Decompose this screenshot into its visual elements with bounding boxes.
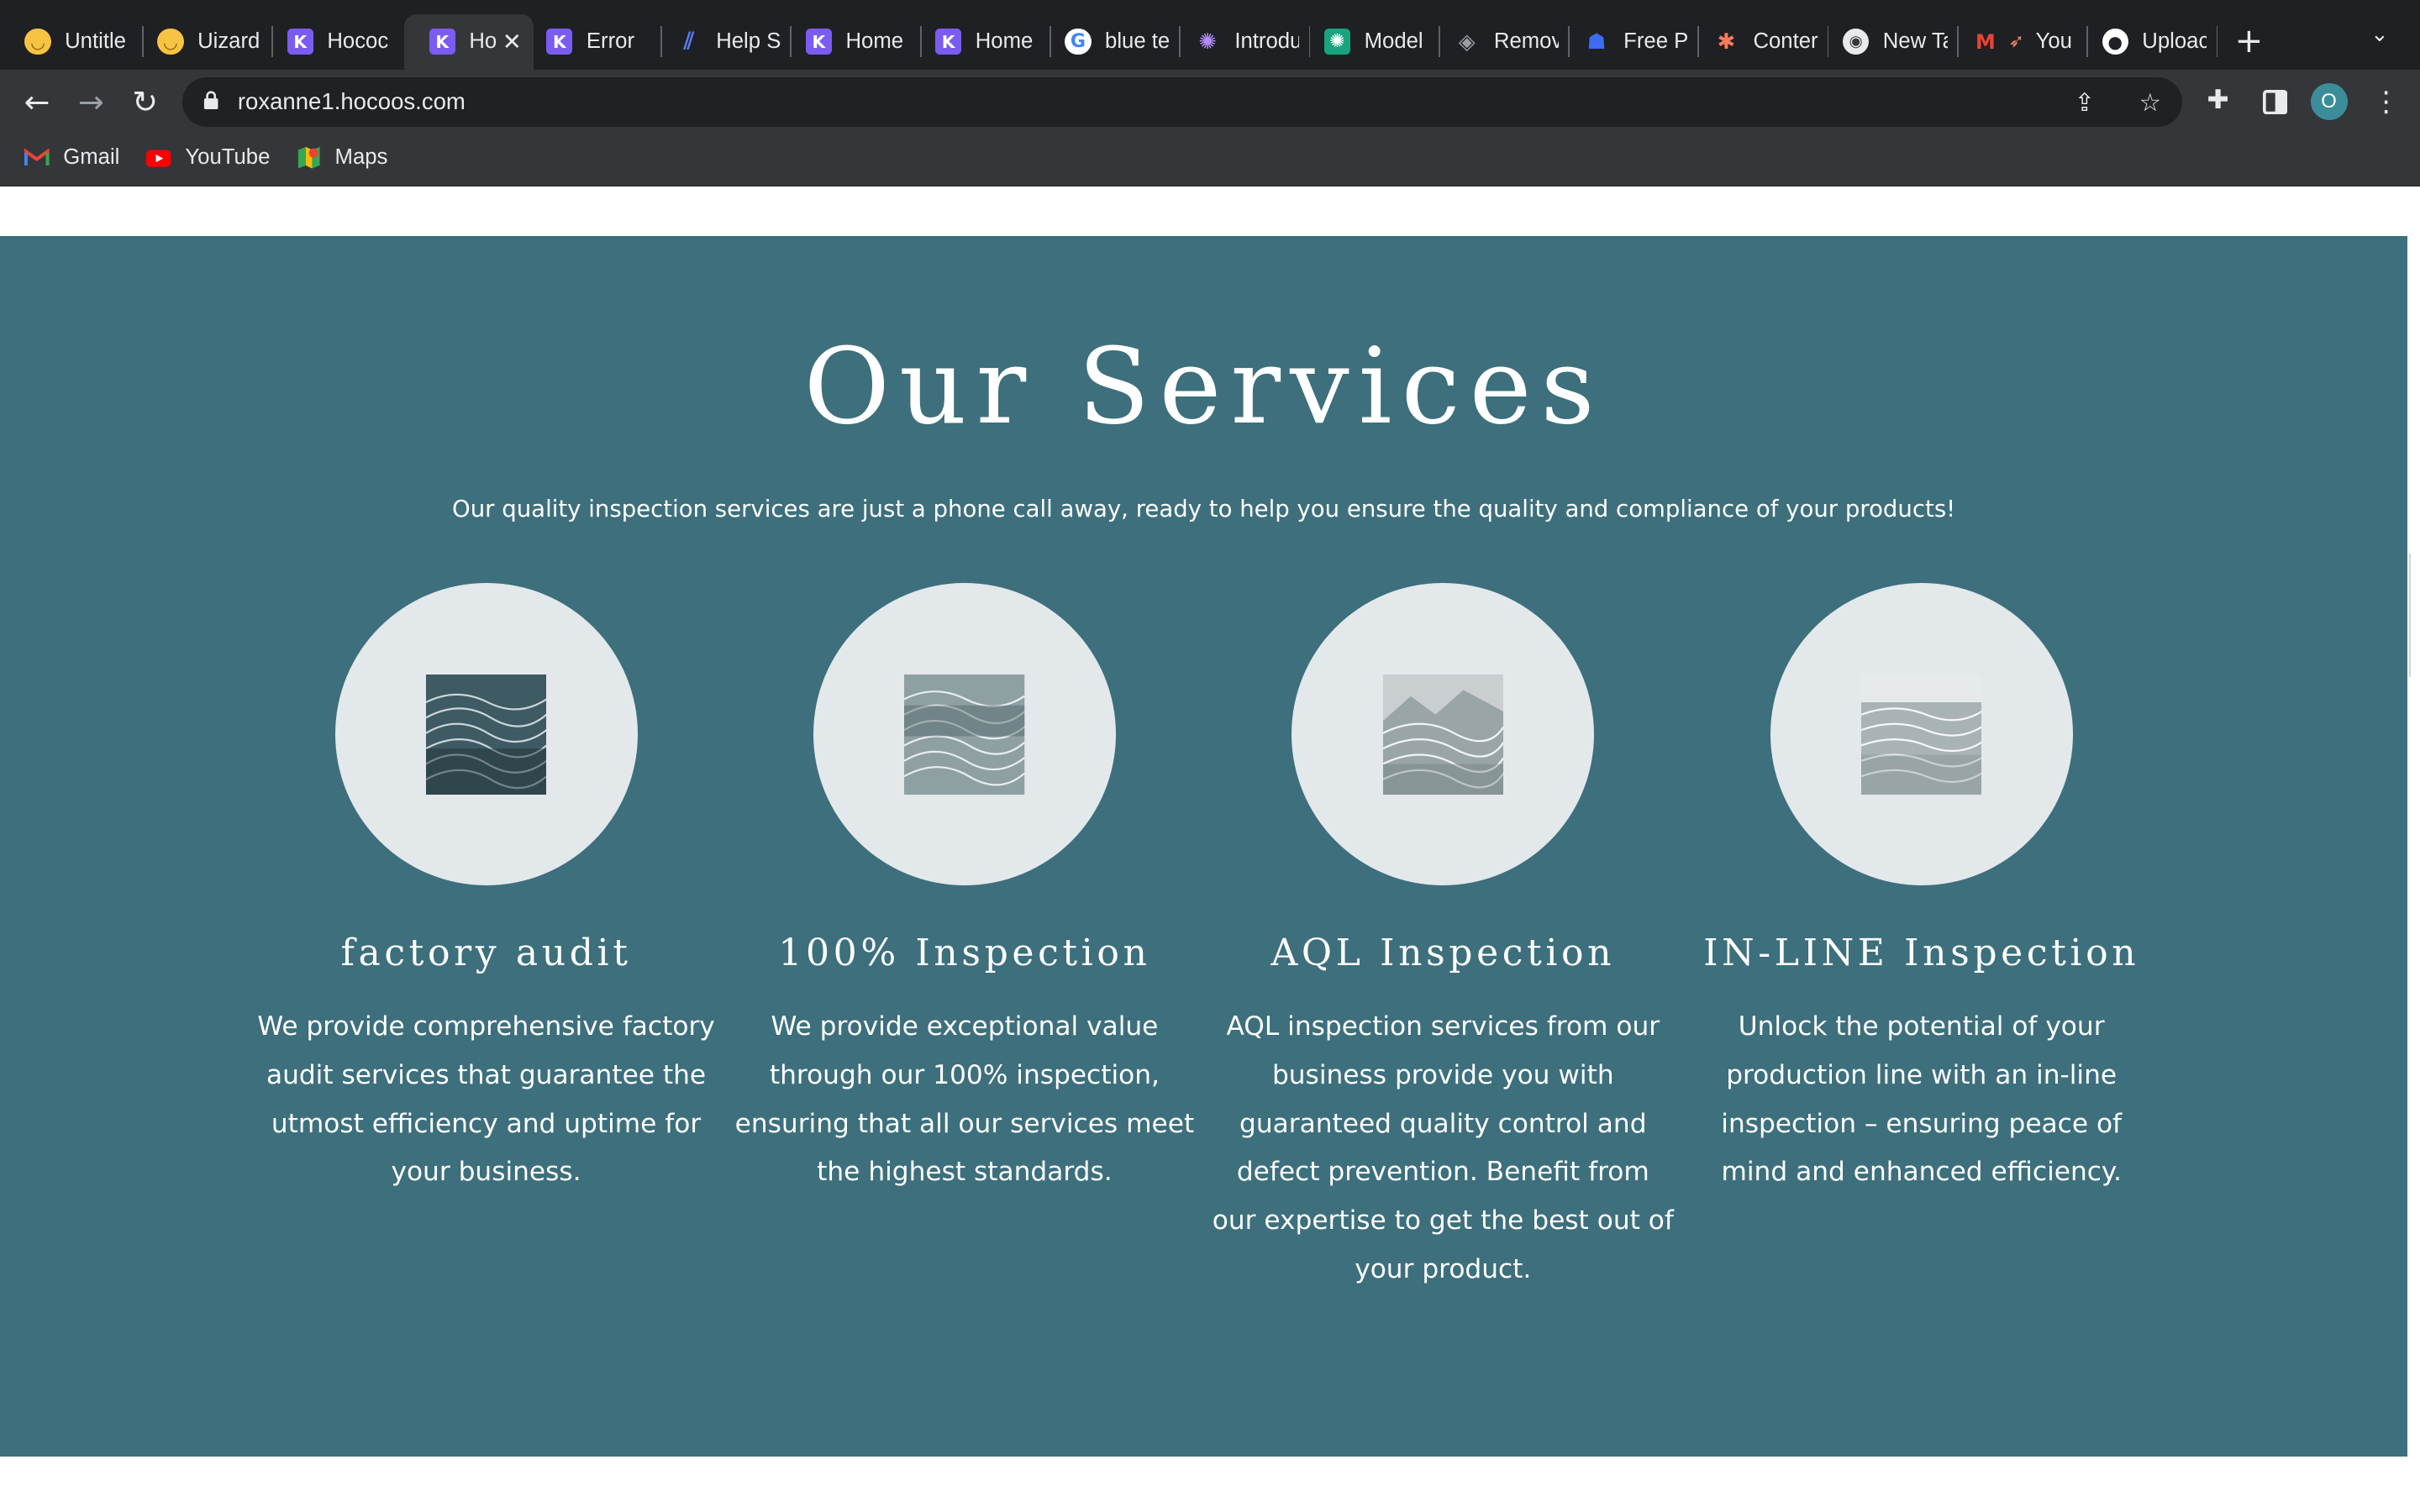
close-tab-icon[interactable]: ✕	[502, 29, 522, 55]
hocoos-k-icon: K	[429, 28, 455, 55]
service-description: We provide exceptional value through our…	[734, 1011, 1195, 1188]
share-icon[interactable]: ⇪	[2075, 88, 2096, 117]
tab-title: New Ta	[1882, 29, 1948, 54]
tab-title: Introdu	[1234, 29, 1300, 54]
tab-title: Conter	[1753, 29, 1818, 54]
bookmark-gmail[interactable]: Gmail	[24, 145, 119, 170]
tab-error[interactable]: K Error	[522, 14, 664, 70]
tab-title: Untitle	[65, 29, 126, 54]
tab-title: Free P	[1623, 29, 1689, 54]
url-text: roxanne1.hocoos.com	[237, 87, 466, 114]
tab-home-2[interactable]: K Home	[911, 14, 1053, 70]
github-icon: ●	[2102, 28, 2128, 55]
tab-title: Help S	[716, 29, 781, 54]
bookmark-youtube[interactable]: YouTube	[146, 145, 270, 170]
dark-waves-image	[425, 674, 547, 795]
tab-home[interactable]: K Home	[781, 14, 923, 70]
hubspot-icon: ✱	[1717, 29, 1736, 55]
reload-button[interactable]: ↻	[125, 81, 166, 122]
tab-uizard[interactable]: ◡ Uizard	[133, 14, 275, 70]
hocoos-k-icon: K	[935, 28, 962, 55]
tab-hocoos-active[interactable]: K Ho ✕	[404, 13, 534, 70]
yellow-smiley-icon: ◡	[157, 28, 184, 55]
tab-title: Error	[586, 29, 635, 54]
tab-free[interactable]: ☗ Free P	[1559, 14, 1701, 70]
tab-title: Uizard	[197, 29, 260, 54]
service-description: AQL inspection services from our busines…	[1212, 1011, 1674, 1285]
browser-toolbar: ← → ↻ roxanne1.hocoos.com ⇪ ☆ ✚ O ⋮	[0, 69, 2420, 134]
gmail-icon: M	[1975, 29, 1996, 54]
back-button[interactable]: ←	[17, 81, 57, 122]
service-title: factory audit	[340, 932, 632, 975]
tab-hocoos[interactable]: K Hococ	[262, 14, 404, 70]
light-waves-image	[1861, 674, 1982, 795]
maps-icon	[297, 146, 320, 169]
hocoos-k-icon: K	[287, 28, 313, 55]
service-title: AQL Inspection	[1270, 932, 1616, 975]
tab-title: Hococ	[327, 29, 389, 54]
chrome-icon: ◉	[1843, 28, 1870, 55]
forward-button[interactable]: →	[71, 81, 111, 122]
gmail-icon	[24, 148, 50, 165]
extensions-puzzle-icon[interactable]: ✚	[2207, 85, 2228, 115]
hocoos-k-icon: K	[546, 28, 573, 55]
service-image-circle	[1292, 583, 1595, 886]
bookmark-maps[interactable]: Maps	[297, 145, 387, 170]
tab-title: You	[2035, 29, 2072, 54]
tab-title: Remov	[1493, 29, 1560, 54]
services-heading: Our Services	[803, 325, 1604, 448]
scrollbar-thumb[interactable]	[2409, 554, 2411, 678]
profile-avatar[interactable]: O	[2310, 83, 2348, 121]
google-icon: G	[1065, 28, 1092, 55]
tab-title: Model	[1364, 29, 1423, 54]
tab-upload[interactable]: ● Uploac	[2077, 14, 2219, 70]
address-bar[interactable]: roxanne1.hocoos.com ⇪ ☆	[182, 76, 2183, 127]
page-viewport: Our Services Our quality inspection serv…	[0, 186, 2420, 1512]
yellow-smiley-icon: ◡	[24, 28, 51, 55]
tab-title: Ho	[469, 29, 497, 54]
tab-google-search[interactable]: G blue te	[1040, 14, 1182, 70]
mountain-lines-image	[1382, 674, 1503, 795]
tab-strip: ◡ Untitle ◡ Uizard K Hococ K Ho ✕ K Erro…	[0, 0, 2420, 70]
tab-model[interactable]: ✺ Model	[1300, 14, 1442, 70]
tab-search-chevron-icon[interactable]: ⌄	[2370, 22, 2389, 47]
service-image-circle	[334, 583, 638, 886]
openai-icon: ✺	[1323, 28, 1351, 55]
tab-title: Home	[975, 29, 1034, 54]
pixel-robot-icon: ☗	[1586, 29, 1607, 55]
lock-icon	[204, 91, 218, 110]
service-description: We provide comprehensive factory audit s…	[257, 1011, 715, 1188]
new-tab-button[interactable]: +	[2235, 20, 2264, 60]
bookmarks-bar: Gmail YouTube Maps	[0, 134, 2420, 187]
bookmark-star-icon[interactable]: ☆	[2139, 88, 2161, 117]
tab-help[interactable]: ⫽ Help S	[651, 14, 793, 70]
layers-icon: ◈	[1458, 29, 1476, 55]
tab-untitled[interactable]: ◡ Untitle	[0, 14, 142, 70]
grey-waves-image	[904, 674, 1025, 795]
tab-new-tab[interactable]: ◉ New Ta	[1818, 14, 1960, 70]
tab-title: blue te	[1105, 29, 1171, 54]
openai-icon: ✺	[1198, 29, 1217, 55]
hocoos-k-icon: K	[805, 28, 832, 55]
service-title: IN-LINE Inspection	[1703, 932, 2140, 975]
tab-you[interactable]: M ➶ You	[1948, 14, 2090, 70]
tab-content[interactable]: ✱ Conter	[1688, 14, 1830, 70]
rocket-icon: ➶	[2008, 31, 2024, 53]
tab-remove[interactable]: ◈ Remov	[1429, 14, 1571, 70]
youtube-icon	[146, 150, 171, 167]
service-description: Unlock the potential of your production …	[1721, 1011, 2123, 1188]
linear-icon: ⫽	[683, 28, 695, 55]
tab-title: Uploac	[2142, 29, 2207, 54]
tab-introduction[interactable]: ✺ Introdu	[1170, 14, 1312, 70]
service-image-circle	[813, 583, 1116, 886]
tab-title: Home	[845, 29, 904, 54]
service-image-circle	[1770, 583, 2073, 886]
service-title: 100% Inspection	[778, 932, 1151, 975]
side-panel-icon[interactable]	[2262, 89, 2287, 114]
more-menu-icon[interactable]: ⋮	[2372, 85, 2400, 118]
services-intro: Our quality inspection services are just…	[452, 495, 1956, 522]
services-section: Our Services Our quality inspection serv…	[0, 236, 2408, 1457]
